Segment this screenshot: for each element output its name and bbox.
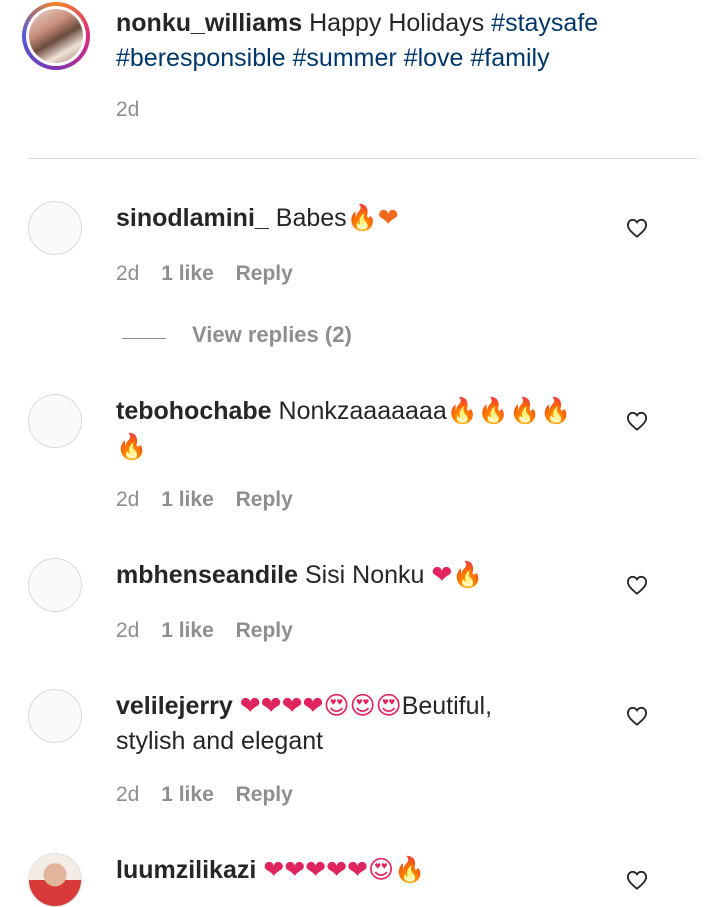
heart-outline-icon[interactable]: [626, 411, 648, 431]
comment-likes[interactable]: 1 like: [161, 619, 214, 643]
comment-meta: 2d 1 like Reply: [116, 262, 309, 286]
comment-timestamp: 2d: [116, 619, 140, 642]
reply-button[interactable]: Reply: [236, 488, 293, 512]
comment-emojis: 🔥🔥🔥🔥: [446, 396, 572, 425]
comment-body: Babes: [275, 204, 347, 232]
comment-text: tebohochabe Nonkzaaaaaaa🔥🔥🔥🔥 🔥: [116, 393, 596, 465]
comment-likes[interactable]: 1 like: [161, 262, 214, 286]
comment-likes[interactable]: 1 like: [161, 783, 214, 807]
hashtag-link[interactable]: #family: [470, 44, 549, 72]
heart-outline-icon[interactable]: [626, 218, 648, 238]
comment-username[interactable]: mbhenseandile: [116, 561, 298, 589]
comment-meta: 2d 1 like Reply: [116, 619, 309, 643]
comment-username[interactable]: sinodlamini_: [116, 204, 269, 232]
comment-emojis: ❤🔥: [431, 560, 484, 589]
hashtag-link[interactable]: #beresponsible: [116, 44, 286, 72]
comment-text: sinodlamini_ Babes🔥❤: [116, 200, 596, 236]
comment-username[interactable]: velilejerry: [116, 692, 233, 720]
comment-avatar[interactable]: [28, 201, 82, 255]
view-replies-line: [122, 338, 166, 339]
heart-outline-icon[interactable]: [626, 870, 648, 890]
comment-timestamp: 2d: [116, 262, 140, 285]
avatar-image: [29, 9, 83, 63]
comment-text: mbhenseandile Sisi Nonku ❤🔥: [116, 557, 596, 593]
comment-meta: 2d 1 like Reply: [116, 488, 309, 512]
comment-username[interactable]: luumzilikazi: [116, 856, 256, 884]
comment-body: Nonkzaaaaaaa: [278, 397, 447, 425]
comment-emojis: ❤❤❤❤❤😍🔥: [263, 855, 426, 884]
caption-avatar[interactable]: [22, 2, 90, 70]
comment-avatar[interactable]: [28, 558, 82, 612]
avatar-ring-gap: [26, 6, 86, 66]
comment-emojis: 🔥❤: [346, 203, 399, 232]
reply-button[interactable]: Reply: [236, 262, 293, 286]
comment-body: Beutiful,: [401, 692, 493, 720]
caption-divider: [28, 158, 697, 159]
post-caption: nonku_williams Happy Holidays #staysafe …: [0, 0, 720, 160]
comment-avatar[interactable]: [28, 394, 82, 448]
comment-body-line2: stylish and elegant: [116, 727, 324, 755]
comment-text: luumzilikazi ❤❤❤❤❤😍🔥: [116, 852, 596, 888]
caption-username[interactable]: nonku_williams: [116, 9, 302, 37]
caption-timestamp: 2d: [116, 98, 140, 121]
comment-avatar[interactable]: [28, 853, 82, 907]
hashtag-link[interactable]: #love: [404, 44, 464, 72]
heart-outline-icon[interactable]: [626, 575, 648, 595]
comment-username[interactable]: tebohochabe: [116, 397, 272, 425]
comment-avatar[interactable]: [28, 689, 82, 743]
comment-emojis-line2: 🔥: [116, 432, 148, 461]
heart-outline-icon[interactable]: [626, 706, 648, 726]
caption-text: nonku_williams Happy Holidays #staysafe …: [116, 6, 676, 76]
hashtag-link[interactable]: #summer: [293, 44, 397, 72]
comment-likes[interactable]: 1 like: [161, 488, 214, 512]
comment-timestamp: 2d: [116, 488, 140, 511]
comment-body: Sisi Nonku: [304, 561, 425, 589]
comment-meta: 2d 1 like Reply: [116, 783, 309, 807]
caption-body: Happy Holidays: [309, 9, 485, 37]
reply-button[interactable]: Reply: [236, 783, 293, 807]
comment-text: velilejerry ❤❤❤❤😍😍😍Beutiful, stylish and…: [116, 688, 596, 759]
comment-emojis: ❤❤❤❤😍😍😍: [239, 691, 402, 720]
hashtag-link[interactable]: #staysafe: [491, 9, 598, 37]
view-replies-label[interactable]: View replies (2): [192, 322, 352, 348]
reply-button[interactable]: Reply: [236, 619, 293, 643]
comment-timestamp: 2d: [116, 783, 140, 806]
